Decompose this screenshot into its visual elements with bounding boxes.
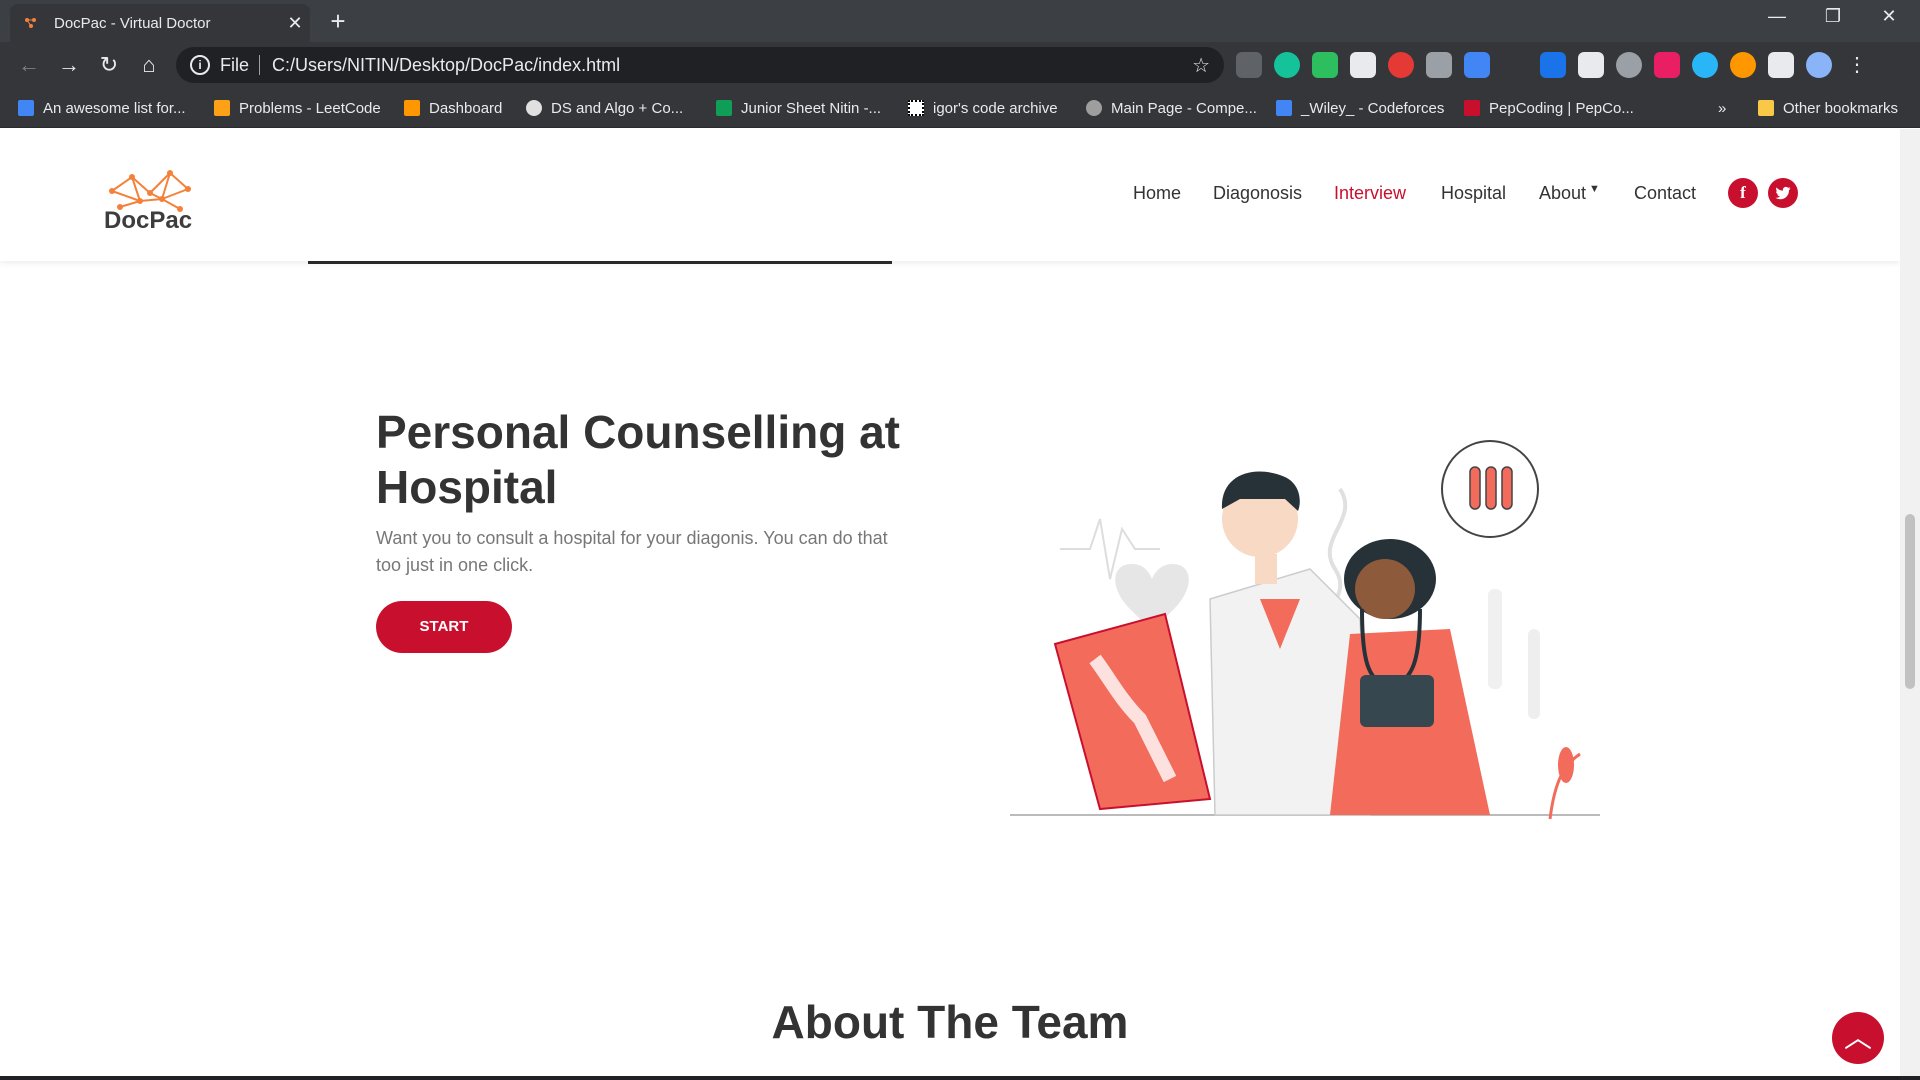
bookmarks-overflow-button[interactable]: » [1718, 88, 1726, 128]
bookmark-item[interactable]: igor's code archive [908, 88, 1058, 128]
tab-title: DocPac - Virtual Doctor [54, 14, 211, 32]
extension-icon[interactable] [1692, 52, 1718, 78]
scrollbar-thumb[interactable] [1905, 514, 1915, 689]
page-scrollbar[interactable] [1900, 129, 1920, 1080]
nav-home[interactable]: Home [1133, 183, 1181, 204]
bookmark-star-icon[interactable]: ☆ [1192, 53, 1210, 78]
tab-close-icon[interactable]: ✕ [280, 13, 310, 34]
nav-about[interactable]: About ▼ [1539, 183, 1600, 204]
home-icon[interactable]: ⌂ [134, 50, 164, 80]
leetcode-icon [214, 100, 230, 116]
bookmark-item[interactable]: Junior Sheet Nitin -... [716, 88, 881, 128]
site-header: DocPac Home Diagonosis Interview Hospita… [0, 129, 1900, 261]
extension-icon[interactable] [1730, 52, 1756, 78]
extension-icon[interactable] [1616, 52, 1642, 78]
extensions-row: ⋮ [1236, 52, 1870, 78]
profile-avatar[interactable] [1806, 52, 1832, 78]
extension-icon[interactable] [1464, 52, 1490, 78]
previous-section-image-edge [308, 261, 892, 264]
browser-tab-bar: DocPac - Virtual Doctor ✕ + — ❐ ✕ [0, 0, 1920, 42]
cursor-extension-icon[interactable] [1540, 52, 1566, 78]
pepcoding-icon [1464, 100, 1480, 116]
bookmark-icon [908, 100, 924, 116]
evernote-icon[interactable] [1312, 52, 1338, 78]
start-button[interactable]: START [376, 601, 512, 653]
bookmark-icon [1086, 100, 1102, 116]
reload-icon[interactable]: ↻ [94, 50, 124, 80]
sheets-icon [716, 100, 732, 116]
folder-icon [1758, 100, 1774, 116]
bookmark-icon [404, 100, 420, 116]
nav-hospital[interactable]: Hospital [1441, 183, 1506, 204]
nav-contact[interactable]: Contact [1634, 183, 1696, 204]
scroll-to-top-button[interactable]: ︿ [1832, 1012, 1884, 1064]
bookmark-item[interactable]: DS and Algo + Co... [526, 88, 683, 128]
logo-text[interactable]: DocPac [104, 207, 192, 235]
new-tab-button[interactable]: + [324, 8, 352, 36]
twitter-icon[interactable] [1768, 178, 1798, 208]
caret-down-icon: ▼ [1589, 183, 1600, 195]
extension-icon[interactable] [1502, 52, 1528, 78]
bookmark-item[interactable]: Dashboard [404, 88, 502, 128]
browser-tab[interactable]: DocPac - Virtual Doctor ✕ [10, 4, 310, 42]
nav-interview[interactable]: Interview [1334, 183, 1406, 204]
extension-icon[interactable] [1350, 52, 1376, 78]
url-separator [259, 55, 261, 75]
extension-icon[interactable] [1388, 52, 1414, 78]
chevron-up-icon: ︿ [1843, 1022, 1872, 1053]
back-icon[interactable]: ← [14, 50, 44, 80]
bookmarks-bar: An awesome list for... Problems - LeetCo… [0, 88, 1920, 128]
facebook-icon[interactable]: f [1728, 178, 1758, 208]
bookmark-item[interactable]: Problems - LeetCode [214, 88, 381, 128]
about-team-title: About The Team [771, 996, 1129, 1048]
minimize-icon[interactable]: — [1752, 6, 1802, 34]
url-text[interactable]: C:/Users/NITIN/Desktop/DocPac/index.html [272, 55, 620, 76]
extension-icon[interactable] [1236, 52, 1262, 78]
section-headline: Personal Counselling at Hospital [376, 406, 900, 513]
window-bottom-edge [0, 1076, 1920, 1080]
section-description: Want you to consult a hospital for your … [376, 528, 888, 575]
twitter-bird-icon [1775, 186, 1791, 200]
browser-toolbar: ← → ↻ ⌂ i File C:/Users/NITIN/Desktop/Do… [0, 42, 1920, 88]
nav-diagnosis[interactable]: Diagonosis [1213, 183, 1302, 204]
codeforces-icon [1276, 100, 1292, 116]
extension-icon[interactable] [1654, 52, 1680, 78]
extension-icon[interactable] [1578, 52, 1604, 78]
bookmark-icon [18, 100, 34, 116]
bookmark-item[interactable]: An awesome list for... [18, 88, 186, 128]
address-bar[interactable]: i File C:/Users/NITIN/Desktop/DocPac/ind… [176, 47, 1224, 83]
close-window-icon[interactable]: ✕ [1864, 6, 1914, 34]
puzzle-extensions-icon[interactable] [1768, 52, 1794, 78]
restore-icon[interactable]: ❐ [1808, 6, 1858, 34]
bookmark-item[interactable]: Main Page - Compe... [1086, 88, 1257, 128]
docpac-favicon-icon [25, 18, 36, 28]
other-bookmarks[interactable]: Other bookmarks [1758, 88, 1898, 128]
doctor-nurse-illustration [1010, 440, 1600, 819]
forward-icon[interactable]: → [54, 50, 84, 80]
site-info-icon[interactable]: i [190, 55, 210, 75]
grammarly-icon[interactable] [1274, 52, 1300, 78]
url-scheme: File [220, 54, 250, 75]
bookmark-item[interactable]: _Wiley_ - Codeforces [1276, 88, 1444, 128]
nav-about-label: About [1539, 183, 1587, 203]
bookmark-item[interactable]: PepCoding | PepCo... [1464, 88, 1634, 128]
web-page: DocPac Home Diagonosis Interview Hospita… [0, 129, 1900, 1080]
menu-kebab-icon[interactable]: ⋮ [1844, 52, 1870, 78]
extension-icon[interactable] [1426, 52, 1452, 78]
bookmark-icon [526, 100, 542, 116]
